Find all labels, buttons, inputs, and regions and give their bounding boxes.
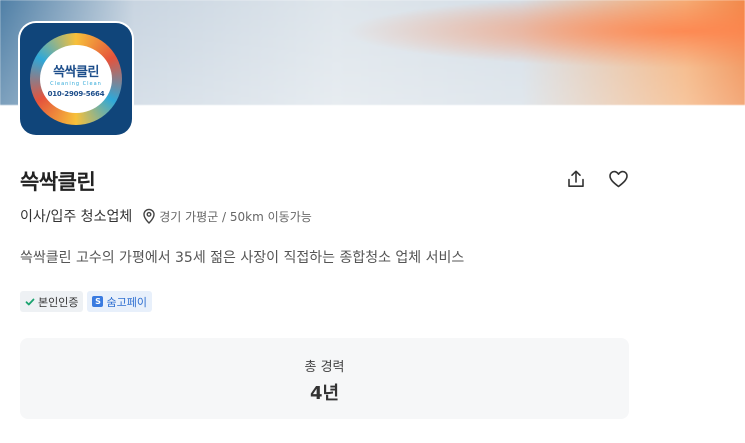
logo-emblem: 쓱싹클린 Cleaning Clean 010-2909-5664 [40,45,112,113]
soomgo-pay-badge-label: 숨고페이 [106,295,147,309]
logo-subtitle: Cleaning Clean [50,81,102,87]
badge-list: 본인인증 S 숨고페이 [20,291,152,312]
location-pin-icon [142,208,156,224]
profile-avatar: 쓱싹클린 Cleaning Clean 010-2909-5664 [20,23,132,135]
soomgo-pay-badge: S 숨고페이 [87,291,152,312]
like-button[interactable] [605,166,631,192]
share-button[interactable] [563,166,589,192]
profile-description: 쓱싹클린 고수의 가평에서 35세 젊은 사장이 직접하는 종합청소 업체 서비… [20,250,465,266]
check-icon [25,298,35,305]
career-card: 총 경력 4년 [20,338,629,419]
service-category: 이사/입주 청소업체 [20,209,133,225]
logo-name: 쓱싹클린 [53,65,99,80]
soomgo-pay-icon: S [92,296,104,307]
career-label: 총 경력 [304,360,345,375]
heart-icon [608,170,628,188]
career-value: 4년 [309,383,340,404]
logo-phone: 010-2909-5664 [47,90,105,98]
share-icon [568,170,584,187]
verified-badge: 본인인증 [20,291,84,312]
verified-badge-label: 본인인증 [38,295,79,309]
profile-name: 쓱싹클린 [20,170,96,194]
service-location: 경기 가평군 / 50km 이동가능 [159,209,312,224]
profile-meta: 이사/입주 청소업체 경기 가평군 / 50km 이동가능 [20,206,312,226]
